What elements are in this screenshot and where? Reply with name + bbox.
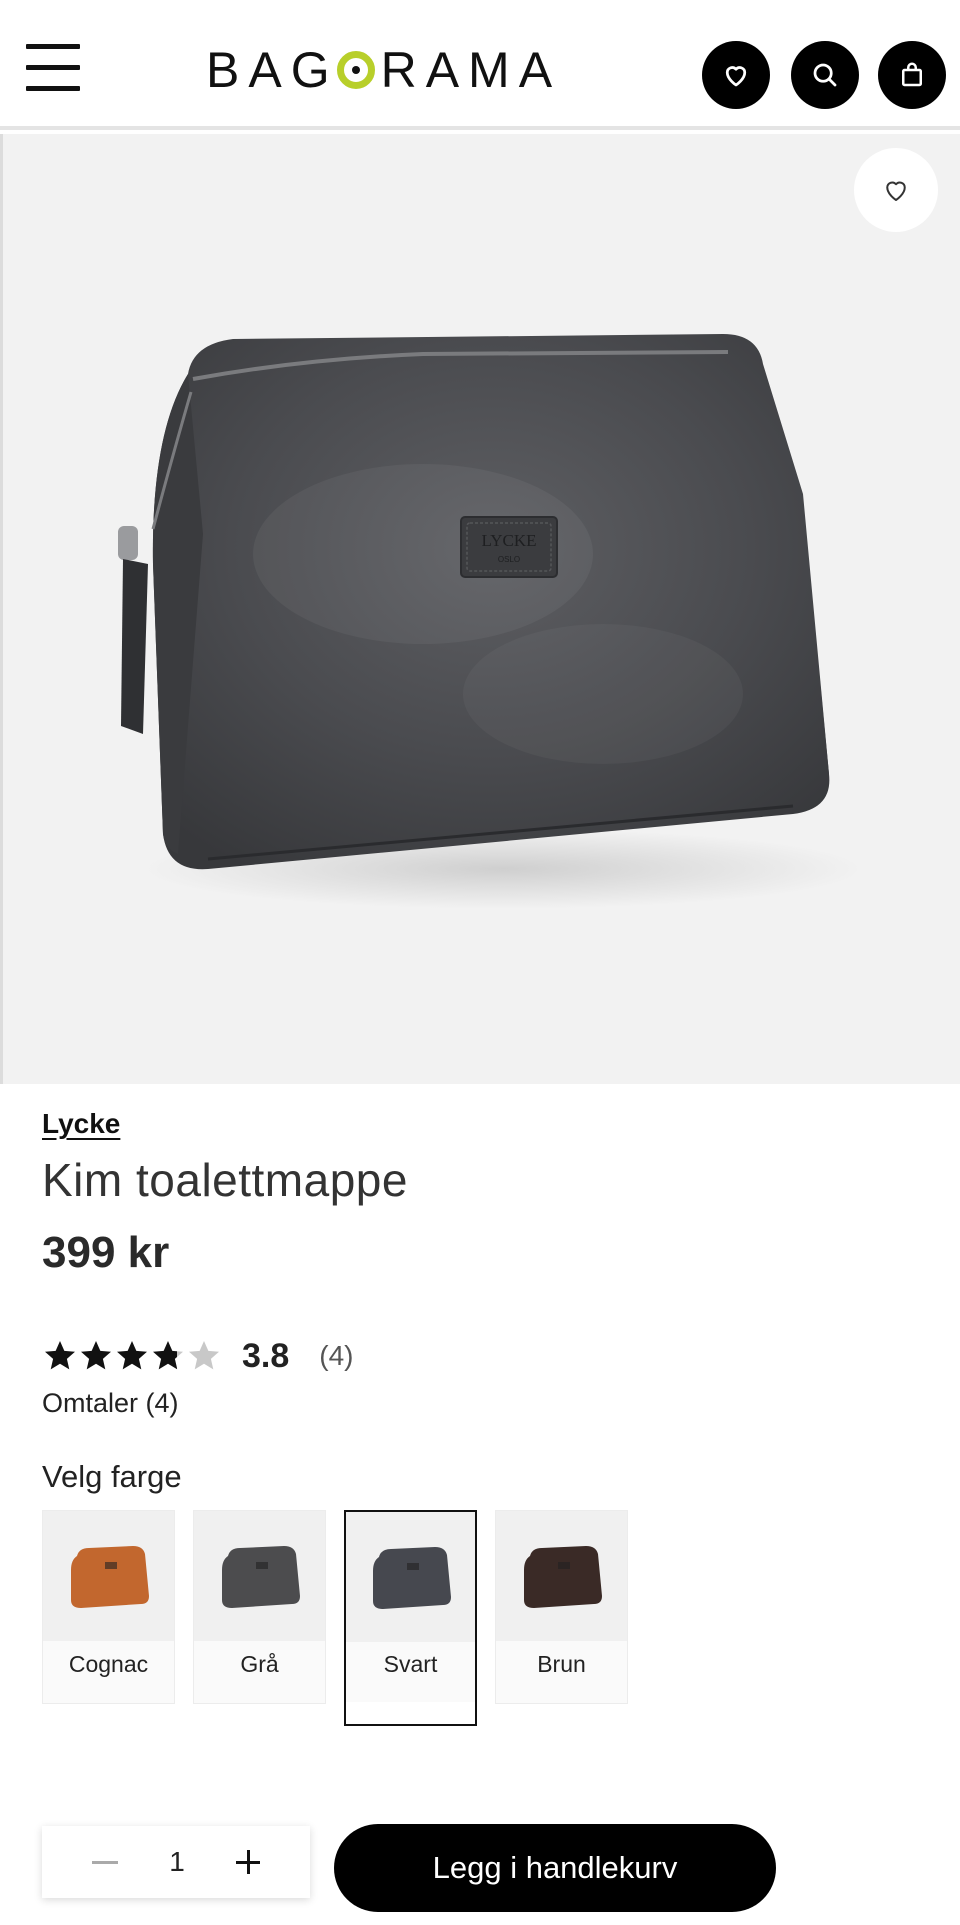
bag-label-subtext: OSLO [498, 555, 520, 564]
rating-value: 3.8 [242, 1336, 290, 1375]
swatch-label: Grå [240, 1651, 279, 1677]
star-icon [189, 1341, 219, 1370]
star-icon [153, 1341, 183, 1370]
search-icon [813, 63, 837, 87]
quantity-value[interactable]: 1 [169, 1846, 185, 1878]
search-button[interactable] [791, 41, 859, 109]
rating-count: (4) [319, 1340, 354, 1371]
swatch-label: Cognac [68, 1651, 149, 1677]
color-swatch-4[interactable]: Brun [495, 1510, 628, 1704]
heart-outline-icon [886, 181, 906, 201]
swatch-bag-image [372, 1547, 451, 1609]
product-image: LYCKE OSLO [118, 334, 863, 909]
brand-link[interactable]: Lycke [42, 1108, 120, 1140]
rating-stars [42, 1338, 222, 1374]
swatch-thumbnail [194, 1511, 325, 1641]
logo-text-part: BAG [206, 42, 339, 98]
increase-quantity-button[interactable] [235, 1850, 260, 1874]
logo-text-part: RAMA [380, 42, 562, 98]
color-swatch-2[interactable]: Grå [193, 1510, 326, 1704]
menu-icon-bar [26, 65, 80, 70]
color-swatches: Cognac Grå Svart Brun [42, 1510, 646, 1726]
swatch-thumbnail [346, 1512, 475, 1642]
rating-summary[interactable]: 3.8 (4) [42, 1334, 354, 1378]
product-image-area[interactable]: LYCKE OSLO [0, 134, 960, 1084]
decrease-quantity-button[interactable] [92, 1860, 118, 1864]
swatch-thumbnail [496, 1511, 627, 1641]
quantity-stepper: 1 [42, 1826, 310, 1898]
reviews-link[interactable]: Omtaler (4) [42, 1388, 179, 1419]
swatch-label: Brun [537, 1651, 586, 1677]
swatch-bag-image [70, 1546, 149, 1608]
add-to-wishlist-button[interactable] [854, 148, 938, 232]
logo-o-mark [336, 51, 375, 89]
menu-button[interactable] [26, 44, 80, 92]
star-icon [117, 1341, 147, 1370]
star-icon [45, 1341, 75, 1370]
swatch-thumbnail [43, 1511, 174, 1641]
color-selector-label: Velg farge [42, 1459, 182, 1494]
swatch-bag-image [221, 1546, 300, 1608]
swatch-label: Svart [383, 1651, 438, 1677]
menu-icon-bar [26, 44, 80, 49]
color-swatch-1[interactable]: Cognac [42, 1510, 175, 1704]
heart-icon [725, 66, 747, 87]
bag-icon [902, 62, 922, 87]
wishlist-button[interactable] [702, 41, 770, 109]
bag-label-text: LYCKE [482, 531, 537, 550]
site-logo[interactable]: BAG RAMA [206, 40, 561, 100]
add-to-cart-button[interactable]: Legg i handlekurv [334, 1824, 776, 1912]
cart-button[interactable] [878, 41, 946, 109]
site-header: BAG RAMA [0, 0, 960, 130]
swatch-bag-image [523, 1546, 602, 1608]
product-price: 399 kr [42, 1228, 170, 1277]
star-icon [81, 1341, 111, 1370]
menu-icon-bar [26, 86, 80, 91]
product-title: Kim toalettmappe [42, 1154, 408, 1206]
color-swatch-3[interactable]: Svart [344, 1510, 477, 1726]
